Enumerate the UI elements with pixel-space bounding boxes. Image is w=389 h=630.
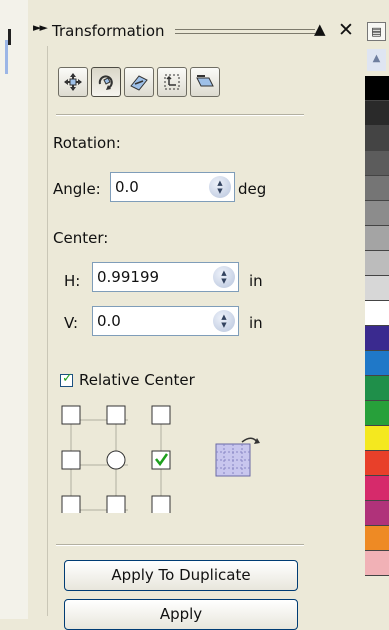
anchor-top-right[interactable] [151, 405, 171, 425]
anchor-middle-right[interactable] [151, 450, 171, 470]
rotation-heading: Rotation: [53, 134, 121, 152]
transform-mode-toolbar [58, 67, 220, 103]
transformation-docker: ►► Transformation ▲ ✕ Rotation: Angle: 0… [28, 0, 365, 630]
color-swatch[interactable] [365, 551, 389, 576]
transform-preview-icon [215, 437, 260, 477]
window-edge-selection [5, 40, 8, 74]
h-value: 0.99199 [97, 268, 160, 286]
anchor-middle-left[interactable] [61, 450, 81, 470]
color-swatch[interactable] [365, 501, 389, 526]
v-label: V: [64, 314, 79, 332]
anchor-bottom-center[interactable] [106, 495, 126, 513]
scale-icon [130, 75, 148, 91]
palette-scroll-up[interactable]: ▲ [367, 49, 386, 71]
size-button[interactable] [157, 67, 187, 97]
v-value: 0.0 [97, 312, 121, 330]
position-button[interactable] [58, 67, 88, 97]
anchor-point-selector [61, 405, 171, 513]
anchor-center[interactable] [106, 450, 126, 470]
anchor-bottom-right[interactable] [151, 495, 171, 513]
position-icon [64, 73, 82, 91]
angle-label: Angle: [53, 180, 101, 198]
palette-menu-icon[interactable]: ▤ [367, 22, 386, 41]
skew-button[interactable] [190, 67, 220, 97]
v-input[interactable]: 0.0 ▲ ▼ [92, 306, 239, 336]
color-swatch[interactable] [365, 426, 389, 451]
spinner-down-icon: ▼ [221, 277, 227, 285]
angle-unit: deg [238, 180, 267, 198]
color-swatch[interactable] [365, 126, 389, 151]
color-swatch[interactable] [365, 251, 389, 276]
color-swatch[interactable] [365, 451, 389, 476]
relative-center-checkbox[interactable]: ✓ [60, 371, 73, 387]
color-swatch[interactable] [365, 176, 389, 201]
rotation-button[interactable] [91, 67, 121, 97]
v-unit: in [249, 314, 263, 332]
spinner-up-icon: ▲ [217, 179, 223, 187]
scale-button[interactable] [124, 67, 154, 97]
anchor-top-left[interactable] [61, 405, 81, 425]
color-swatch[interactable] [365, 526, 389, 551]
docker-content: Rotation: Angle: 0.0 ▲ ▼ deg Center: H: … [47, 46, 318, 630]
anchor-bottom-left[interactable] [61, 495, 81, 513]
color-swatch[interactable] [365, 476, 389, 501]
close-icon[interactable]: ✕ [338, 19, 354, 41]
color-swatch[interactable] [365, 376, 389, 401]
palette-swatches [365, 76, 389, 576]
h-unit: in [249, 272, 263, 290]
color-swatch[interactable] [365, 101, 389, 126]
docker-titlebar[interactable]: ►► Transformation ▲ ✕ [28, 18, 364, 46]
spinner-down-icon: ▼ [221, 321, 227, 329]
apply-button[interactable]: Apply [64, 599, 298, 630]
h-input[interactable]: 0.99199 ▲ ▼ [92, 262, 239, 292]
color-swatch[interactable] [365, 226, 389, 251]
left-window-edge [0, 0, 29, 619]
color-swatch[interactable] [365, 351, 389, 376]
color-palette: ▤ ▲ [364, 0, 389, 619]
color-swatch[interactable] [365, 301, 389, 326]
v-spinner[interactable]: ▲ ▼ [213, 310, 235, 332]
color-swatch[interactable] [365, 151, 389, 176]
spinner-down-icon: ▼ [217, 187, 223, 195]
skew-icon [196, 75, 214, 87]
collapse-up-icon[interactable]: ▲ [314, 20, 326, 38]
spinner-up-icon: ▲ [221, 269, 227, 277]
rotation-icon [98, 75, 113, 90]
window-edge-marker [8, 29, 11, 45]
toolbar-separator [56, 114, 304, 116]
titlebar-grip [175, 29, 315, 34]
color-swatch[interactable] [365, 326, 389, 351]
h-spinner[interactable]: ▲ ▼ [213, 266, 235, 288]
color-swatch[interactable] [365, 76, 389, 101]
color-swatch[interactable] [365, 401, 389, 426]
angle-value: 0.0 [115, 178, 139, 196]
center-label: Center: [53, 229, 109, 247]
angle-spinner[interactable]: ▲ ▼ [209, 176, 231, 198]
checkmark-icon: ✓ [62, 371, 73, 386]
apply-to-duplicate-button[interactable]: Apply To Duplicate [64, 560, 298, 591]
spinner-up-icon: ▲ [221, 313, 227, 321]
color-swatch[interactable] [365, 201, 389, 226]
anchor-top-center[interactable] [106, 405, 126, 425]
size-icon [164, 74, 180, 90]
docker-title: Transformation [52, 22, 165, 40]
angle-input[interactable]: 0.0 ▲ ▼ [110, 172, 235, 202]
buttons-separator [56, 544, 304, 546]
color-swatch[interactable] [365, 276, 389, 301]
relative-center-label: Relative Center [79, 371, 195, 389]
expand-arrows-icon[interactable]: ►► [33, 21, 48, 34]
h-label: H: [64, 272, 81, 290]
